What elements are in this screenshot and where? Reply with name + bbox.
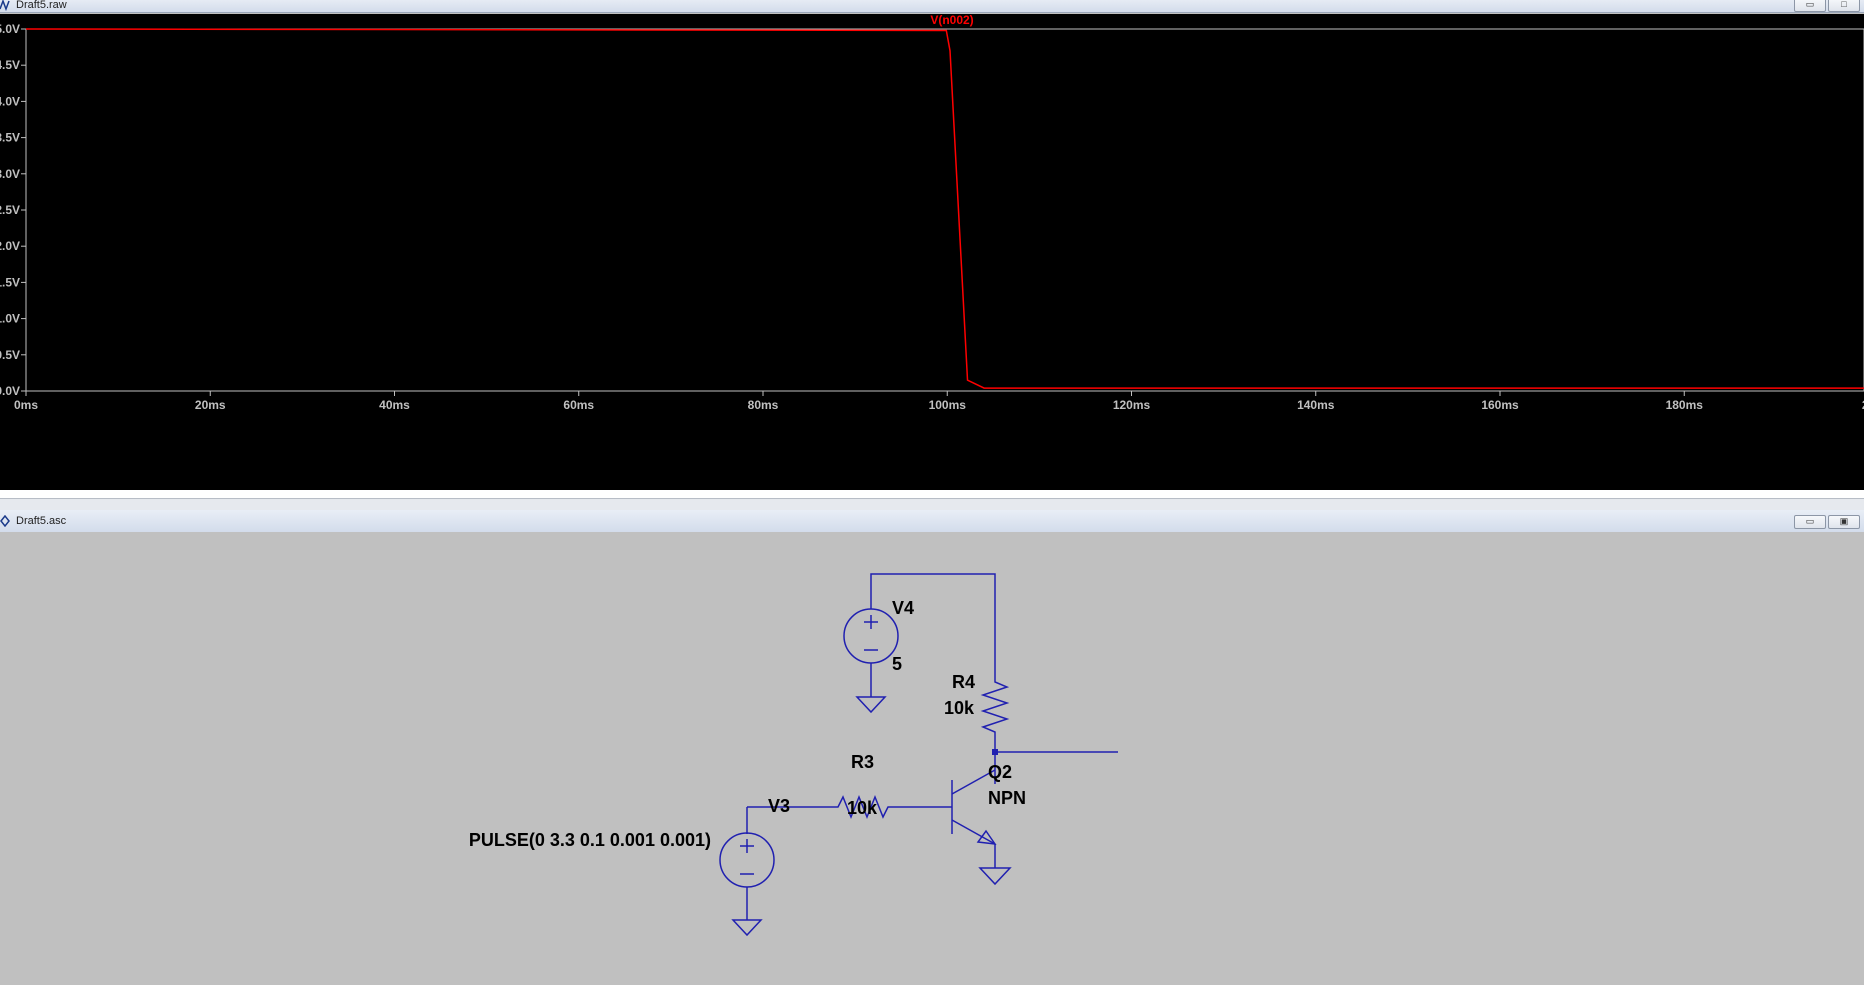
waveform-plot-pane[interactable]: 5.0V 4.5V 4.0V 3.5V 3.0V 2.5V 2.0V 1.5V 1.0V 0.5V… [0, 13, 1864, 490]
y-tick-label: 1.5V [0, 275, 20, 289]
plot-window-titlebar[interactable]: Draft5.raw ▭ □ [0, 0, 1864, 13]
y-axis: 5.0V 4.5V 4.0V 3.5V 3.0V 2.5V 2.0V 1.5V 1.0V 0.5V… [0, 22, 26, 398]
schematic-window-titlebar[interactable]: Draft5.asc ▭ ▣ [0, 510, 1864, 533]
x-axis: 0ms 20ms 40ms 60ms 80ms 100ms 120ms 140ms 160ms 1… [14, 391, 1864, 412]
y-tick-label: 4.5V [0, 58, 20, 72]
waveform-chart[interactable]: 5.0V 4.5V 4.0V 3.5V 3.0V 2.5V 2.0V 1.5V 1.0V 0.5V… [0, 13, 1864, 490]
wire-v4-to-r4[interactable] [870, 573, 996, 677]
y-tick-label: 2.0V [0, 239, 20, 253]
x-tick-label: 20ms [195, 398, 226, 412]
y-tick-label: 3.5V [0, 131, 20, 145]
v3-name-label[interactable]: V3 [768, 796, 790, 816]
maximize-button[interactable]: □ [1828, 0, 1860, 12]
r4-value-label[interactable]: 10k [944, 698, 975, 718]
traces[interactable] [25, 28, 1864, 389]
trace-label-v-n002[interactable]: V(n002) [930, 13, 973, 27]
x-tick-label: 80ms [748, 398, 779, 412]
minimize-button[interactable]: ▭ [1794, 0, 1826, 12]
schematic-drawing[interactable]: V4 5 R4 10k R3 10k Q2 NPN V3 PULSE(0 3.3… [0, 532, 1864, 980]
v4-value-label[interactable]: 5 [892, 654, 902, 674]
y-tick-label: 0.0V [0, 384, 20, 398]
r4-resistor[interactable] [980, 677, 1010, 752]
plot-window-title: Draft5.raw [16, 0, 67, 11]
ground-symbol-v4[interactable] [855, 696, 887, 714]
plot-frame [25, 28, 1864, 392]
r3-name-label[interactable]: R3 [851, 752, 874, 772]
schematic-canvas[interactable]: V4 5 R4 10k R3 10k Q2 NPN V3 PULSE(0 3.3… [0, 532, 1864, 980]
trace-v-n002[interactable] [25, 28, 1864, 389]
x-tick-label: 180ms [1666, 398, 1704, 412]
schematic-window-title: Draft5.asc [16, 515, 67, 527]
v4-voltage-source[interactable] [843, 608, 899, 664]
y-tick-label: 1.0V [0, 312, 20, 326]
x-tick-label: 140ms [1297, 398, 1335, 412]
y-tick-label: 3.0V [0, 167, 20, 181]
r3-value-label[interactable]: 10k [847, 798, 878, 818]
maximize-button[interactable]: ▣ [1828, 515, 1860, 529]
x-tick-label: 120ms [1113, 398, 1151, 412]
ground-symbol-q2[interactable] [978, 867, 1012, 886]
r4-name-label[interactable]: R4 [952, 672, 975, 692]
x-tick-label: 40ms [379, 398, 410, 412]
y-tick-label: 2.5V [0, 203, 20, 217]
minimize-button[interactable]: ▭ [1794, 515, 1826, 529]
junction-dot [992, 749, 998, 755]
waveform-app-icon [0, 0, 10, 11]
x-tick-label: 60ms [563, 398, 594, 412]
v4-name-label[interactable]: V4 [892, 598, 914, 618]
q2-name-label[interactable]: Q2 [988, 762, 1012, 782]
x-tick-label: 0ms [14, 398, 38, 412]
v3-pulse-source[interactable] [719, 832, 775, 888]
ground-symbol-v3[interactable] [731, 919, 763, 937]
schematic-app-icon [0, 515, 10, 527]
v3-value-label[interactable]: PULSE(0 3.3 0.1 0.001 0.001) [469, 830, 711, 850]
y-tick-label: 0.5V [0, 348, 20, 362]
y-tick-label: 4.0V [0, 94, 20, 108]
q2-model-label[interactable]: NPN [988, 788, 1026, 808]
x-tick-label: 100ms [929, 398, 967, 412]
x-tick-label: 160ms [1481, 398, 1519, 412]
y-tick-label: 5.0V [0, 22, 20, 36]
plot-window-bottom-edge [0, 490, 1864, 498]
